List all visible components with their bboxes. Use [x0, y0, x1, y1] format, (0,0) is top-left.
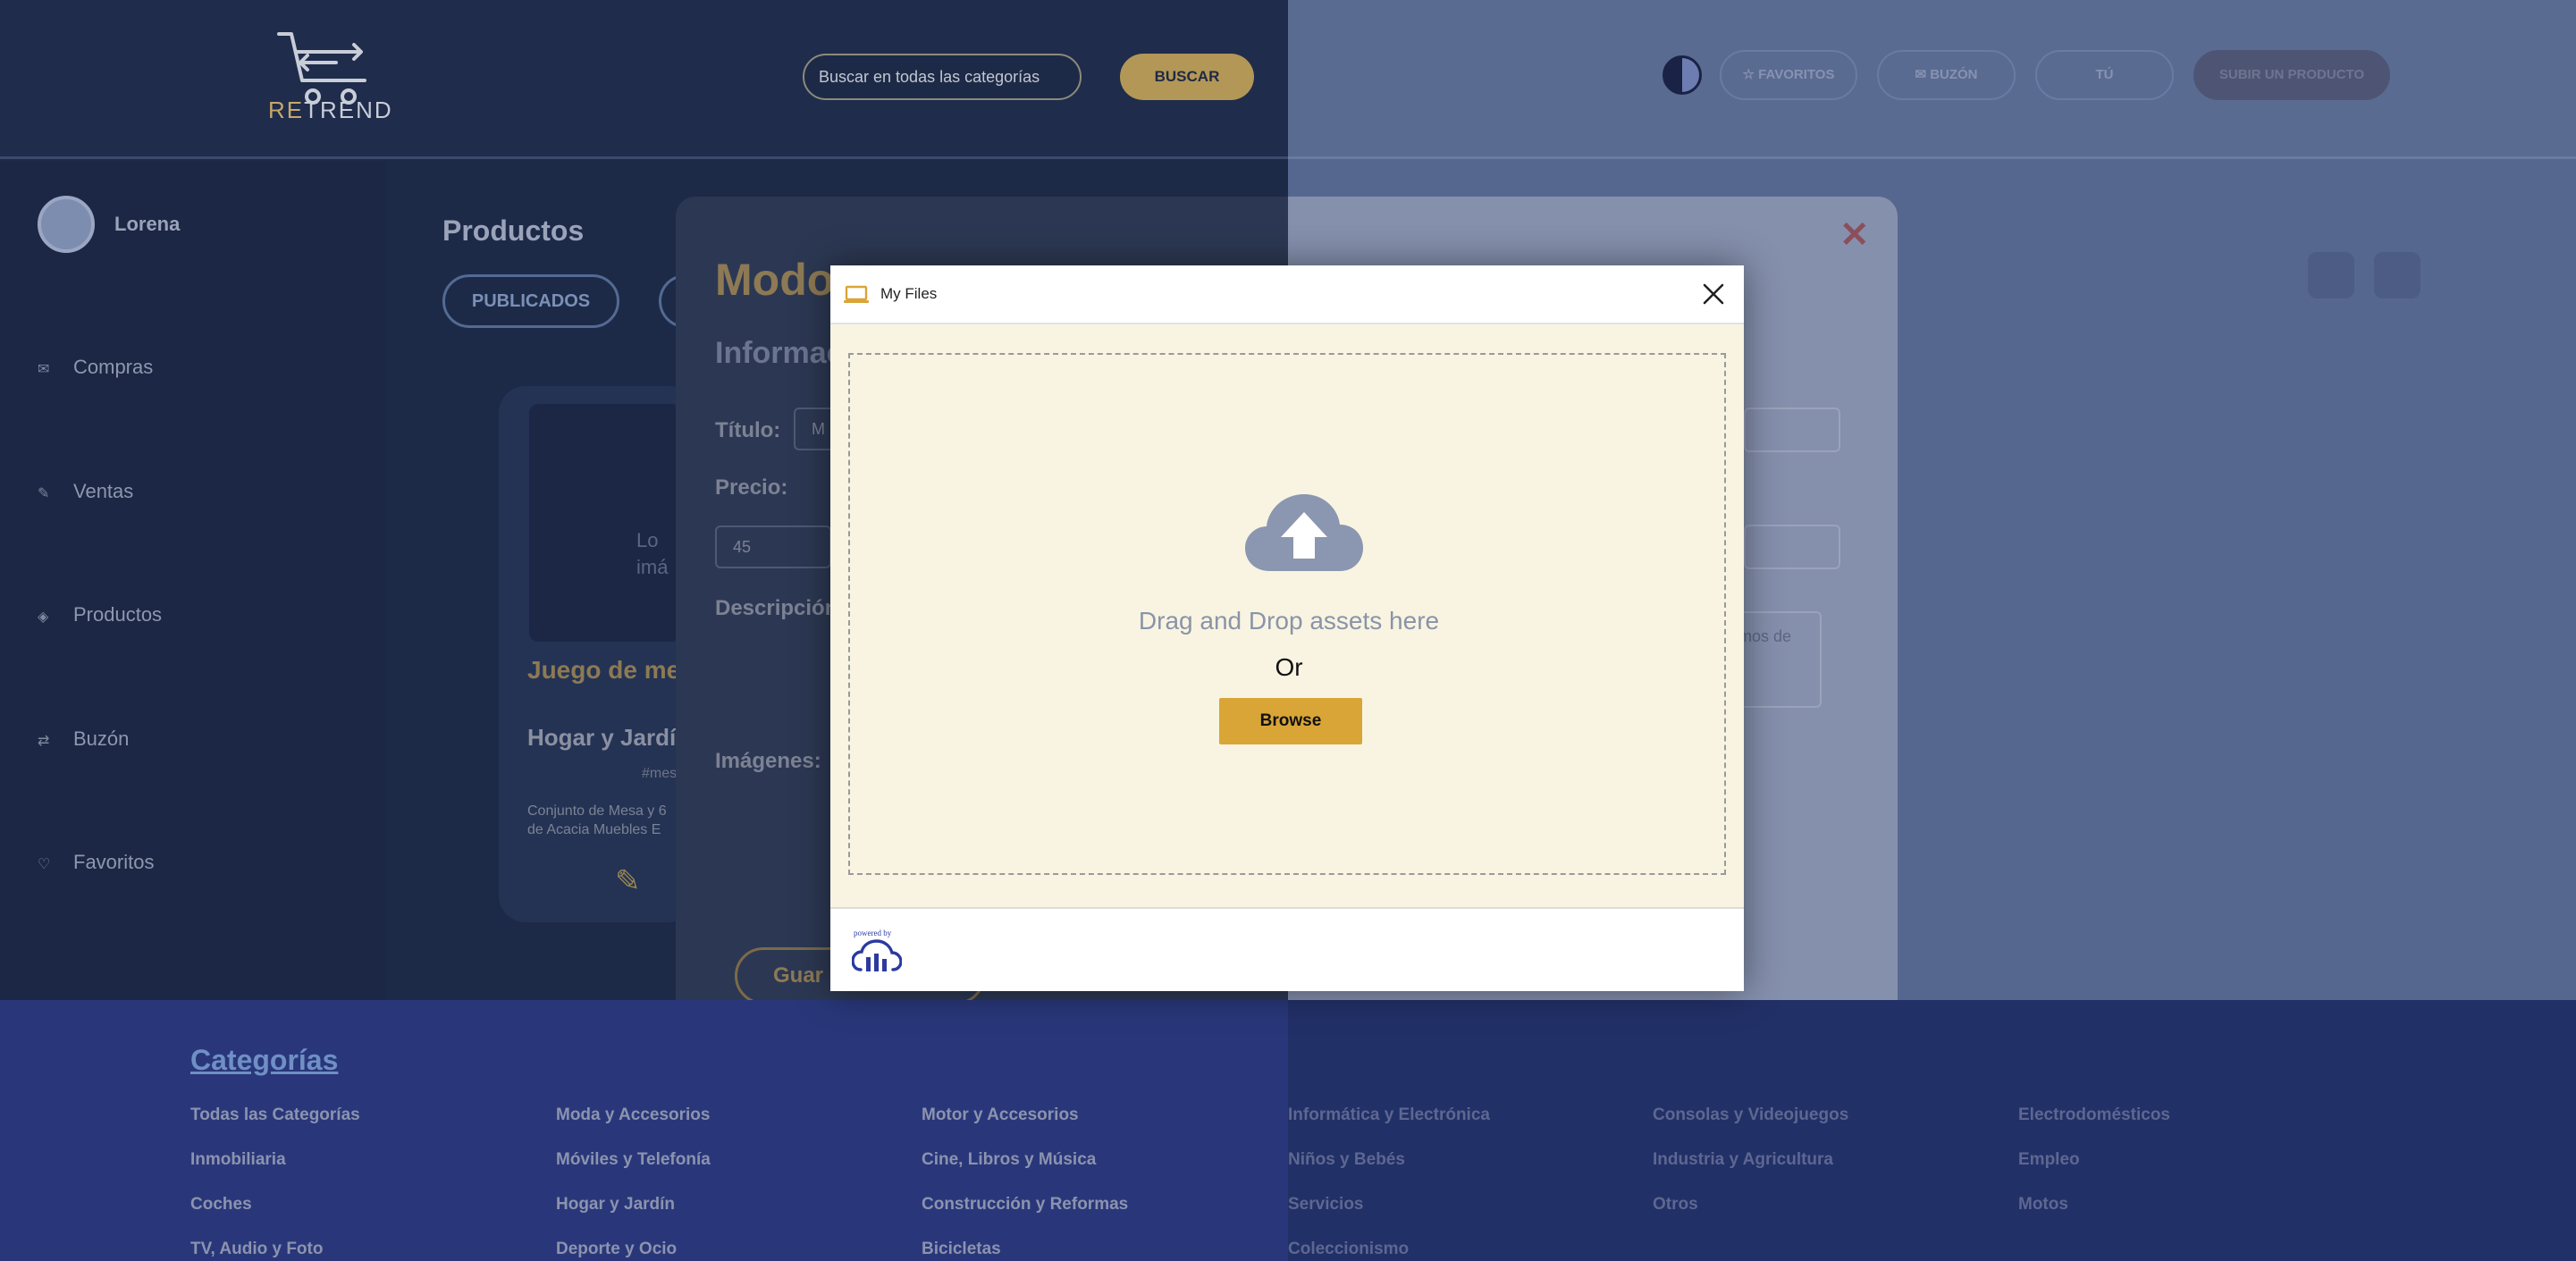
sidebar: [0, 162, 386, 1000]
grid-view-icon[interactable]: [2308, 252, 2354, 298]
product-title: Juego de mes jardín: [527, 656, 679, 684]
heart-icon: ♡: [38, 857, 51, 872]
modal-header: My Files: [830, 265, 1744, 324]
tab-publicados[interactable]: PUBLICADOS: [442, 274, 619, 328]
product-image-placeholder: [529, 404, 681, 642]
precio-field[interactable]: 45: [715, 525, 831, 568]
user-name: Lorena: [114, 213, 181, 235]
modal-body: Drag and Drop assets here Or Browse: [830, 324, 1744, 907]
category-link[interactable]: Industria y Agricultura: [1653, 1150, 1833, 1170]
titulo-field-right[interactable]: [1744, 408, 1840, 452]
productos-icon: ◈: [38, 609, 49, 625]
product-description: Conjunto de Mesa y 6 de Acacia Muebles E: [527, 803, 667, 837]
category-link[interactable]: Motos: [2018, 1195, 2068, 1215]
sidebar-item-favoritos[interactable]: ♡ Favoritos: [38, 851, 154, 874]
search-button[interactable]: BUSCAR: [1120, 54, 1254, 100]
cloudinary-logo-icon[interactable]: [852, 939, 902, 975]
category-link[interactable]: Cine, Libros y Música: [922, 1150, 1096, 1170]
footer-right: [1288, 1000, 2576, 1261]
powered-by-text: powered by: [854, 929, 892, 937]
page-title: Productos: [442, 214, 585, 247]
laptop-icon: [844, 285, 869, 303]
category-link[interactable]: Móviles y Telefonía: [556, 1150, 711, 1170]
edit-dialog-heading: Modo: [715, 255, 835, 305]
footer: [0, 1000, 1288, 1261]
category-link[interactable]: Niños y Bebés: [1288, 1150, 1405, 1170]
sidebar-item-buzon[interactable]: ⇄ Buzón: [38, 727, 129, 751]
product-category: Hogar y Jardín: [527, 724, 679, 751]
header: [0, 0, 1288, 159]
drop-instruction: Drag and Drop assets here: [1138, 607, 1440, 635]
favoritos-button[interactable]: ☆ FAVORITOS: [1720, 50, 1857, 100]
category-link[interactable]: Hogar y Jardín: [556, 1195, 675, 1215]
category-link[interactable]: Electrodomésticos: [2018, 1105, 2170, 1125]
file-picker-modal: My Files Drag and Drop assets here Or Br…: [830, 265, 1744, 991]
category-link[interactable]: Otros: [1653, 1195, 1698, 1215]
imagenes-label: Imágenes:: [715, 749, 821, 773]
search-input[interactable]: Buscar en todas las categorías: [803, 54, 1082, 100]
upload-product-button[interactable]: SUBIR UN PRODUCTO: [2193, 50, 2390, 100]
close-icon[interactable]: [1697, 278, 1730, 310]
category-link[interactable]: Inmobiliaria: [190, 1150, 286, 1170]
category-link[interactable]: Servicios: [1288, 1195, 1364, 1215]
modal-footer: powered by: [830, 907, 1744, 991]
sidebar-item-productos[interactable]: ◈ Productos: [38, 603, 162, 626]
category-link[interactable]: Coches: [190, 1195, 252, 1215]
category-link[interactable]: Todas las Categorías: [190, 1105, 360, 1125]
category-link[interactable]: Motor y Accesorios: [922, 1105, 1079, 1125]
browse-button[interactable]: Browse: [1219, 698, 1362, 744]
product-tag: #mes: [642, 766, 678, 781]
avatar[interactable]: [38, 196, 95, 253]
buzon-icon: ⇄: [38, 734, 50, 749]
category-select[interactable]: [1744, 525, 1840, 569]
descripcion-label: Descripción:: [715, 596, 846, 620]
contrast-toggle-icon[interactable]: [1663, 55, 1702, 95]
profile-button[interactable]: TÚ: [2035, 50, 2174, 100]
edit-pen-icon[interactable]: ✎: [615, 863, 641, 899]
sidebar-item-ventas[interactable]: ✎ Ventas: [38, 480, 133, 503]
category-link[interactable]: Consolas y Videojuegos: [1653, 1105, 1848, 1125]
logo-text: RETREND: [268, 97, 393, 123]
category-link[interactable]: Moda y Accesorios: [556, 1105, 710, 1125]
category-link[interactable]: Coleccionismo: [1288, 1240, 1409, 1259]
titulo-label: Título:: [715, 418, 781, 442]
or-separator: Or: [1275, 653, 1303, 681]
edit-dialog-close-icon[interactable]: ✕: [1839, 214, 1870, 256]
drop-zone[interactable]: Drag and Drop assets here Or Browse: [848, 353, 1726, 875]
sidebar-item-compras[interactable]: ✉ Compras: [38, 356, 153, 379]
modal-title: My Files: [880, 285, 938, 302]
ventas-icon: ✎: [38, 486, 50, 501]
list-view-icon[interactable]: [2374, 252, 2420, 298]
category-link[interactable]: Construcción y Reformas: [922, 1195, 1128, 1215]
cloud-upload-icon: [1245, 494, 1363, 571]
category-link[interactable]: Bicicletas: [922, 1240, 1001, 1259]
buzon-button[interactable]: ✉ BUZÓN: [1877, 50, 2016, 100]
edit-dialog-subheading: Informac: [715, 336, 844, 370]
categories-heading[interactable]: Categorías: [190, 1044, 338, 1077]
compras-icon: ✉: [38, 362, 50, 377]
category-link[interactable]: Empleo: [2018, 1150, 2080, 1170]
precio-label: Precio:: [715, 475, 788, 500]
category-link[interactable]: TV, Audio y Foto: [190, 1240, 323, 1259]
category-link[interactable]: Informática y Electrónica: [1288, 1105, 1490, 1125]
image-placeholder-text: Lo imá: [636, 529, 669, 578]
category-link[interactable]: Deporte y Ocio: [556, 1240, 677, 1259]
